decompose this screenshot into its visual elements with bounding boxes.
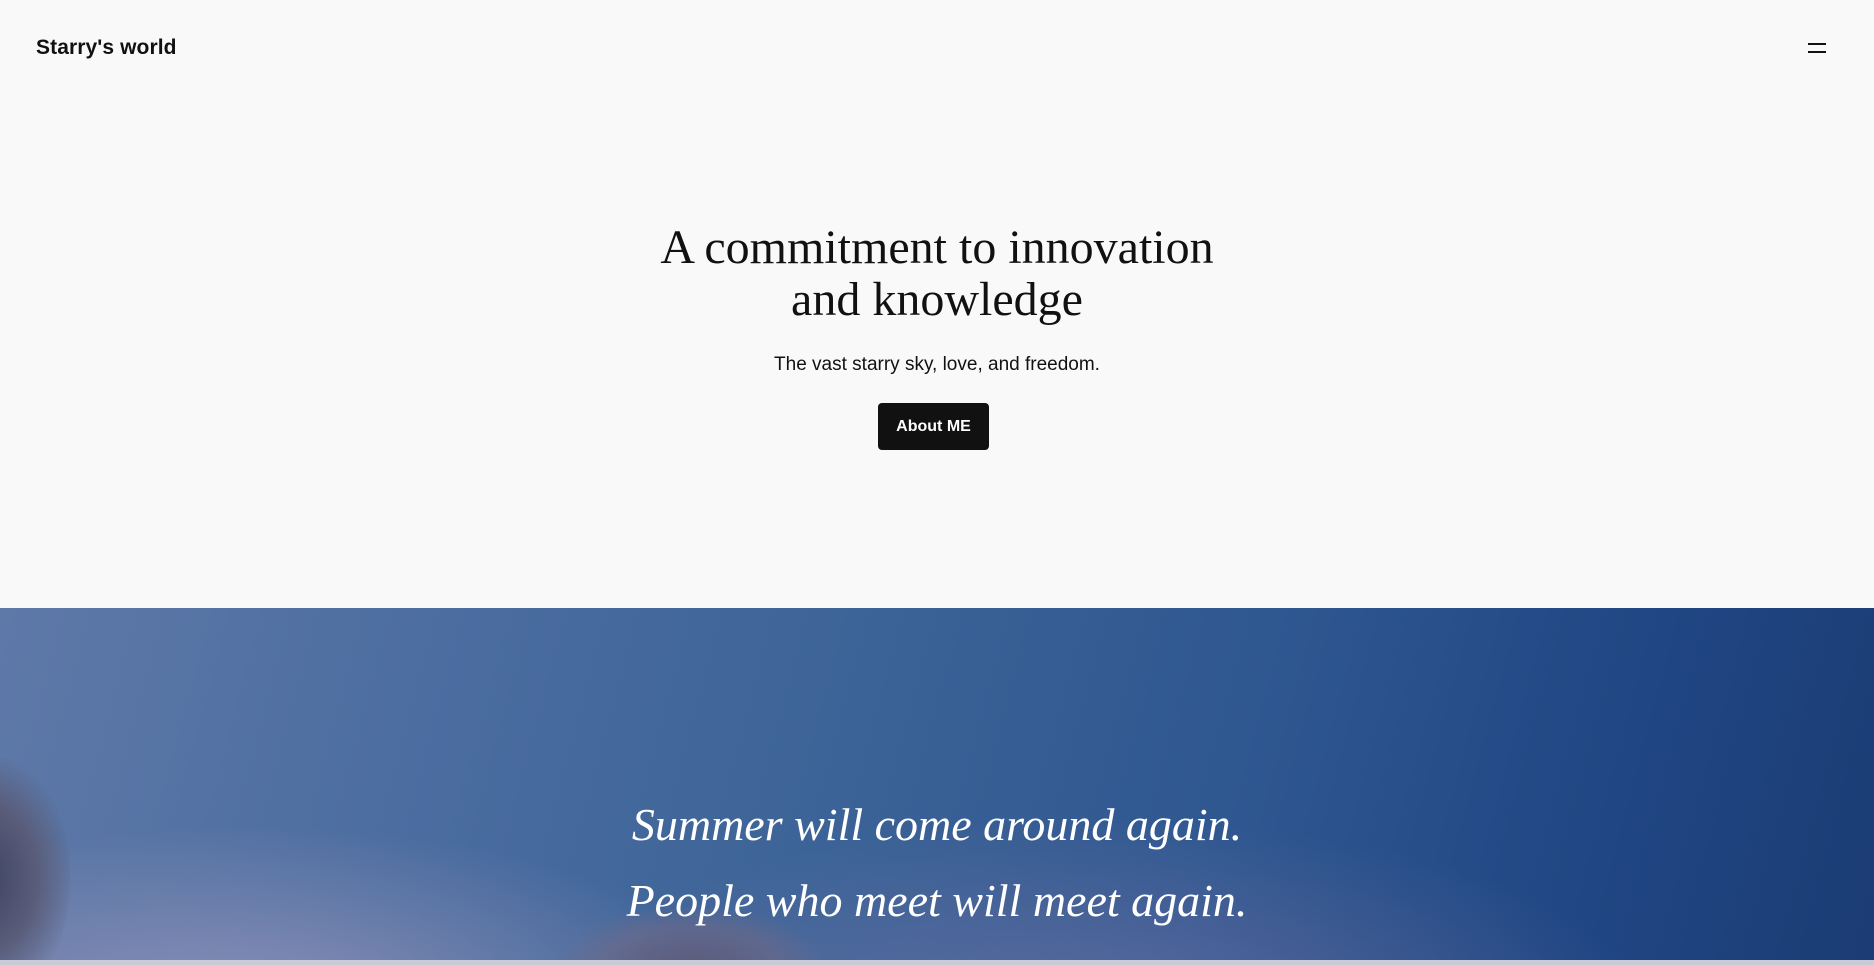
menu-icon-line-top: [1808, 43, 1826, 45]
banner-quote-line-2: People who meet will meet again.: [626, 875, 1248, 926]
menu-icon-line-bottom: [1808, 51, 1826, 53]
cloud-silhouette-left: [0, 758, 70, 960]
hero-title-line-1: A commitment to innovation: [660, 221, 1214, 274]
bottom-divider: [0, 960, 1874, 965]
hero-title-line-2: and knowledge: [791, 273, 1083, 326]
site-title-link[interactable]: Starry's world: [36, 36, 177, 60]
hero-subtitle: The vast starry sky, love, and freedom.: [774, 354, 1100, 375]
hero-title: A commitment to innovation and knowledge: [0, 222, 1874, 326]
banner-quote-line-1: Summer will come around again.: [631, 799, 1243, 850]
about-me-button[interactable]: About ME: [878, 403, 989, 450]
menu-button[interactable]: [1800, 36, 1834, 62]
site-header: Starry's world: [0, 0, 1874, 100]
sky-banner: Summer will come around again. People wh…: [0, 608, 1874, 960]
hero-section: A commitment to innovation and knowledge…: [0, 100, 1874, 608]
